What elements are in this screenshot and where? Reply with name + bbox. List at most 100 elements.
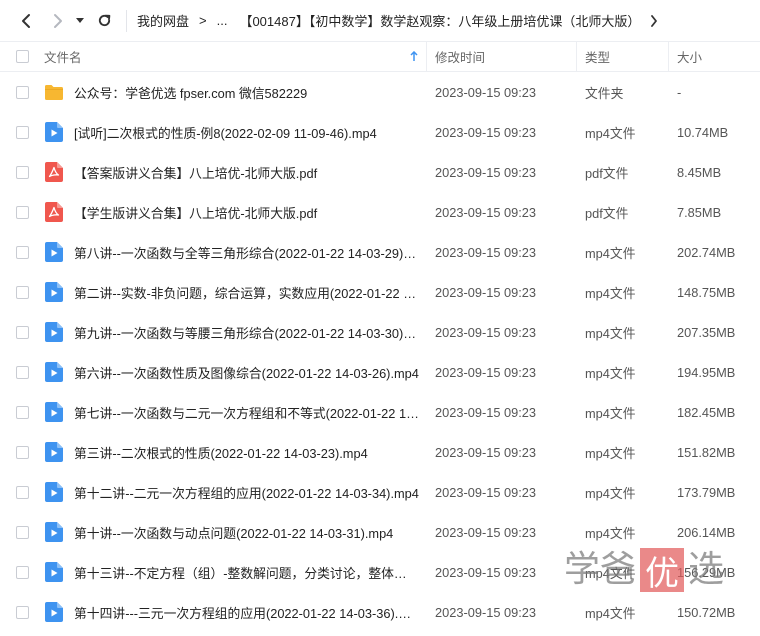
row-select-cell [0, 85, 44, 99]
refresh-button[interactable] [92, 9, 116, 33]
column-header-name-label: 文件名 [44, 51, 82, 65]
file-modified: 2023-09-15 09:23 [435, 244, 537, 260]
row-checkbox[interactable] [15, 525, 29, 539]
file-name-cell: 第三讲--二次根式的性质(2022-01-22 14-03-23).mp4 [44, 442, 427, 462]
file-name-cell: 第二讲--实数-非负问题，综合运算，实数应用(2022-01-22 14-... [44, 282, 427, 302]
video-file-icon [44, 402, 64, 422]
file-type: mp4文件 [585, 245, 636, 261]
row-checkbox[interactable] [15, 165, 29, 179]
row-select-cell [0, 605, 44, 619]
video-file-icon [44, 362, 64, 382]
file-name[interactable]: 第十四讲---三元一次方程组的应用(2022-01-22 14-03-36).m… [74, 603, 427, 622]
file-row[interactable]: 公众号：学爸优选 fpser.com 微信582229 2023-09-15 09… [0, 72, 760, 112]
file-row[interactable]: 第六讲--一次函数性质及图像综合(2022-01-22 14-03-26).mp… [0, 352, 760, 392]
file-row[interactable]: 第八讲--一次函数与全等三角形综合(2022-01-22 14-03-29).m… [0, 232, 760, 272]
file-name[interactable]: 第十讲--一次函数与动点问题(2022-01-22 14-03-31).mp4 [74, 523, 401, 542]
file-name[interactable]: 【学生版讲义合集】八上培优-北师大版.pdf [74, 203, 325, 222]
select-all-checkbox[interactable] [15, 50, 29, 63]
column-header-type-label: 类型 [585, 51, 611, 65]
file-type: pdf文件 [585, 165, 629, 181]
row-checkbox[interactable] [15, 565, 29, 579]
file-type: mp4文件 [585, 405, 636, 421]
file-row[interactable]: 第十二讲--二元一次方程组的应用(2022-01-22 14-03-34).mp… [0, 472, 760, 512]
back-button[interactable] [14, 9, 38, 33]
column-header-type[interactable]: 类型 [577, 42, 669, 71]
file-name[interactable]: 【答案版讲义合集】八上培优-北师大版.pdf [74, 163, 325, 182]
file-row[interactable]: 第七讲--一次函数与二元一次方程组和不等式(2022-01-22 14-0...… [0, 392, 760, 432]
file-type: mp4文件 [585, 445, 636, 461]
file-size: 194.95MB [677, 364, 736, 380]
row-checkbox[interactable] [15, 605, 29, 619]
file-name[interactable]: 第十二讲--二元一次方程组的应用(2022-01-22 14-03-34).mp… [74, 483, 427, 502]
breadcrumb-root[interactable]: 我的网盘 [137, 11, 189, 30]
row-checkbox[interactable] [15, 285, 29, 299]
column-header-size[interactable]: 大小 [669, 42, 760, 71]
row-checkbox[interactable] [15, 125, 29, 139]
file-row[interactable]: 第二讲--实数-非负问题，综合运算，实数应用(2022-01-22 14-...… [0, 272, 760, 312]
file-row[interactable]: 【答案版讲义合集】八上培优-北师大版.pdf 2023-09-15 09:23 pd… [0, 152, 760, 192]
file-row[interactable]: 第十讲--一次函数与动点问题(2022-01-22 14-03-31).mp4 2… [0, 512, 760, 552]
file-name-cell: 第十三讲--不定方程（组）-整数解问题，分类讨论，整体思想(2... [44, 562, 427, 582]
file-row[interactable]: 【学生版讲义合集】八上培优-北师大版.pdf 2023-09-15 09:23 pd… [0, 192, 760, 232]
row-checkbox[interactable] [15, 485, 29, 499]
video-file-icon [44, 602, 64, 622]
file-name-cell: 第十二讲--二元一次方程组的应用(2022-01-22 14-03-34).mp… [44, 482, 427, 502]
row-select-cell [0, 445, 44, 459]
file-modified: 2023-09-15 09:23 [435, 604, 537, 620]
file-name-cell: 公众号：学爸优选 fpser.com 微信582229 [44, 82, 427, 102]
row-checkbox[interactable] [15, 405, 29, 419]
file-name-cell: 【答案版讲义合集】八上培优-北师大版.pdf [44, 162, 427, 182]
file-name[interactable]: 第八讲--一次函数与全等三角形综合(2022-01-22 14-03-29).m… [74, 243, 427, 262]
file-list-header: 文件名 修改时间 类型 大小 [0, 42, 760, 72]
toolbar-divider [126, 9, 127, 32]
folder-icon [44, 82, 64, 102]
file-name[interactable]: 第九讲--一次函数与等腰三角形综合(2022-01-22 14-03-30).m… [74, 323, 427, 342]
file-size: 8.45MB [677, 164, 722, 180]
row-checkbox[interactable] [15, 325, 29, 339]
file-type: mp4文件 [585, 605, 636, 621]
file-size: 182.45MB [677, 404, 736, 420]
video-file-icon [44, 522, 64, 542]
file-name-cell: [试听]二次根式的性质-例8(2022-02-09 11-09-46).mp4 [44, 122, 427, 142]
file-name[interactable]: 第六讲--一次函数性质及图像综合(2022-01-22 14-03-26).mp… [74, 363, 427, 382]
file-modified: 2023-09-15 09:23 [435, 84, 537, 100]
file-modified: 2023-09-15 09:23 [435, 284, 537, 300]
row-select-cell [0, 325, 44, 339]
column-header-name[interactable]: 文件名 [44, 42, 427, 71]
file-name[interactable]: 第二讲--实数-非负问题，综合运算，实数应用(2022-01-22 14-... [74, 283, 427, 302]
row-checkbox[interactable] [15, 245, 29, 259]
row-checkbox[interactable] [15, 205, 29, 219]
breadcrumb-current-folder[interactable]: 【001487】【初中数学】数学赵观察：八年级上册培优课（北师大版） [239, 11, 640, 30]
row-checkbox[interactable] [15, 365, 29, 379]
video-file-icon [44, 122, 64, 142]
breadcrumb-expand-button[interactable] [650, 14, 658, 27]
file-name[interactable]: 第十三讲--不定方程（组）-整数解问题，分类讨论，整体思想(2... [74, 563, 427, 582]
pdf-file-icon [44, 162, 64, 182]
breadcrumb-ellipsis[interactable]: ... [217, 13, 228, 28]
file-row[interactable]: 第十三讲--不定方程（组）-整数解问题，分类讨论，整体思想(2... 2023-0… [0, 552, 760, 592]
file-name[interactable]: [试听]二次根式的性质-例8(2022-02-09 11-09-46).mp4 [74, 123, 385, 142]
file-row[interactable]: [试听]二次根式的性质-例8(2022-02-09 11-09-46).mp4 2… [0, 112, 760, 152]
file-row[interactable]: 第十四讲---三元一次方程组的应用(2022-01-22 14-03-36).m… [0, 592, 760, 632]
file-row[interactable]: 第三讲--二次根式的性质(2022-01-22 14-03-23).mp4 202… [0, 432, 760, 472]
history-dropdown-button[interactable] [72, 9, 88, 33]
file-row[interactable]: 第九讲--一次函数与等腰三角形综合(2022-01-22 14-03-30).m… [0, 312, 760, 352]
file-type: mp4文件 [585, 125, 636, 141]
row-checkbox[interactable] [15, 445, 29, 459]
row-select-cell [0, 165, 44, 179]
file-name[interactable]: 第三讲--二次根式的性质(2022-01-22 14-03-23).mp4 [74, 443, 376, 462]
forward-button[interactable] [46, 9, 70, 33]
column-header-modified[interactable]: 修改时间 [427, 42, 577, 71]
breadcrumb-separator: > [199, 13, 207, 28]
video-file-icon [44, 442, 64, 462]
row-select-cell [0, 245, 44, 259]
row-checkbox[interactable] [15, 85, 29, 99]
file-name[interactable]: 公众号：学爸优选 fpser.com 微信582229 [74, 83, 315, 102]
file-name[interactable]: 第七讲--一次函数与二元一次方程组和不等式(2022-01-22 14-0... [74, 403, 427, 422]
file-modified: 2023-09-15 09:23 [435, 404, 537, 420]
caret-down-icon [76, 17, 84, 23]
row-select-cell [0, 365, 44, 379]
pdf-file-icon [44, 202, 64, 222]
row-select-cell [0, 205, 44, 219]
video-file-icon [44, 282, 64, 302]
